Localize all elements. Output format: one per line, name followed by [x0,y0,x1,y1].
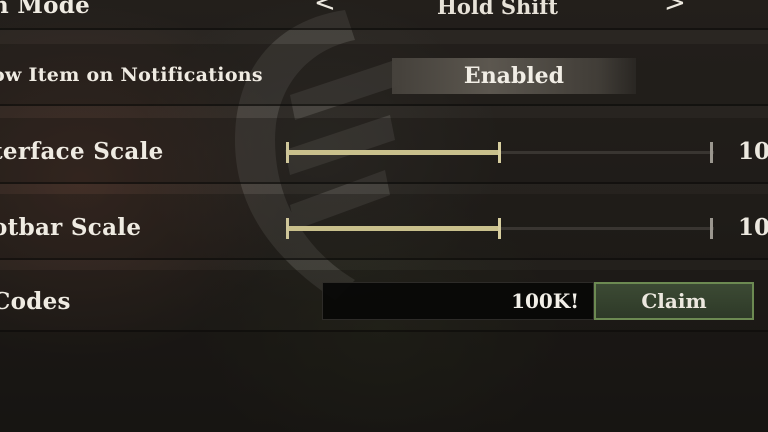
hotbar-scale-value: 10 [738,214,768,241]
row-background [0,0,768,30]
notifications-toggle[interactable]: Enabled [392,58,636,94]
mode-row: n Mode < Hold Shift > [0,0,768,30]
hotbar-scale-slider[interactable] [286,216,714,240]
slider-fill [286,226,500,231]
hotbar-scale-label: otbar Scale [0,214,142,241]
slider-max-tick [710,218,713,239]
interface-scale-value: 10 [738,138,768,165]
chevron-left-icon[interactable]: < [314,0,336,18]
notifications-row: ow Item on Notifications [0,44,768,106]
interface-scale-slider[interactable] [286,140,714,164]
notifications-label: ow Item on Notifications [0,64,263,86]
code-input[interactable] [322,282,594,320]
interface-scale-row: terface Scale 10 [0,118,768,184]
slider-min-tick [286,218,289,239]
slider-handle[interactable] [498,218,501,239]
empty-area [0,330,768,432]
mode-value: Hold Shift [437,0,558,19]
slider-max-tick [710,142,713,163]
slider-min-tick [286,142,289,163]
slider-handle[interactable] [498,142,501,163]
claim-button[interactable]: Claim [594,282,754,320]
slider-fill [286,150,500,155]
codes-label: Codes [0,288,71,315]
chevron-right-icon[interactable]: > [664,0,686,18]
interface-scale-label: terface Scale [0,138,164,165]
mode-label: n Mode [0,0,91,19]
hotbar-scale-row: otbar Scale 10 [0,194,768,260]
